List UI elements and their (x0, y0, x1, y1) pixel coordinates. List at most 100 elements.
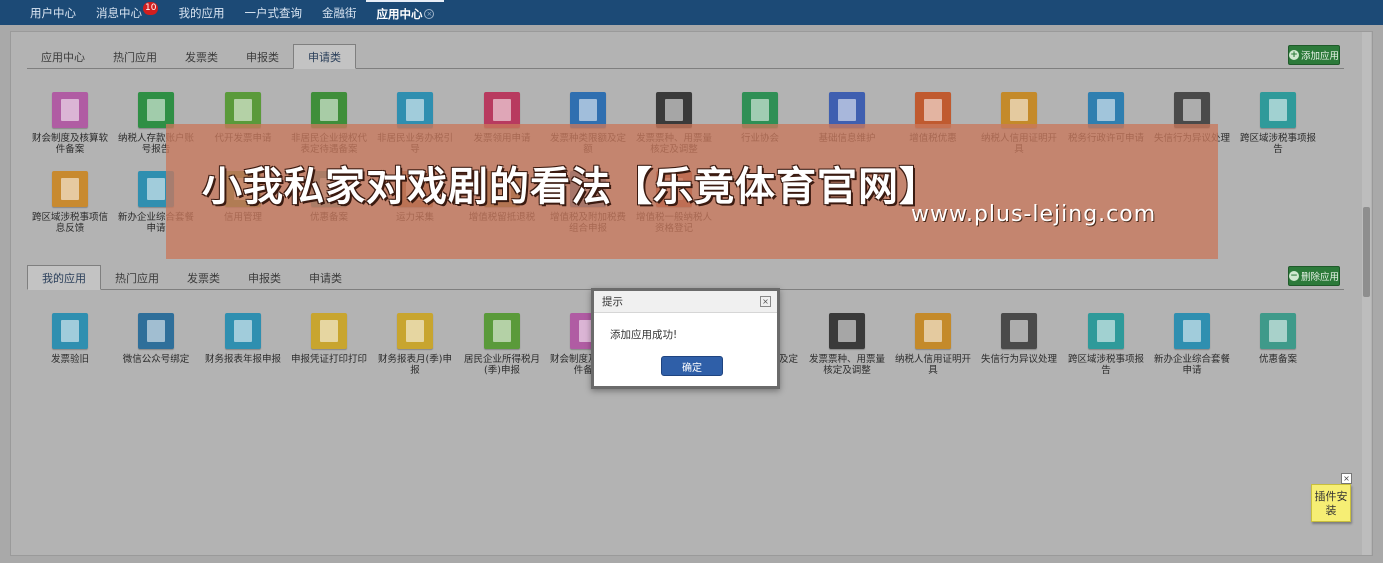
top-tab[interactable]: 申请类 (293, 44, 356, 69)
dialog-title: 提示 (602, 296, 623, 308)
app-icon (1001, 92, 1037, 128)
app-label: 居民企业所得税月(季)申报 (463, 354, 540, 376)
app-icon (52, 313, 88, 349)
app-icon (311, 313, 347, 349)
app-icon (656, 92, 692, 128)
plus-icon: + (1289, 50, 1299, 60)
nav-label: 应用中心 (376, 6, 423, 21)
app-icon (311, 92, 347, 128)
app-label: 发票验旧 (50, 354, 89, 365)
bottom-tab[interactable]: 发票类 (173, 267, 234, 289)
top-nav: 用户中心 消息中心 10 我的应用 一户式查询 金融街 应用中心 × (0, 0, 1383, 25)
plugin-close-icon[interactable]: × (1341, 473, 1352, 484)
app-label: 跨区域涉税事项报告 (1067, 354, 1144, 376)
app-tile[interactable]: 财会制度及核算软件备案 (30, 92, 110, 155)
delete-app-button[interactable]: − 删除应用 (1288, 266, 1340, 286)
app-category-tabs: 应用中心 热门应用 发票类 申报类 申请类 (27, 44, 1344, 69)
app-icon (915, 92, 951, 128)
add-app-label: 添加应用 (1300, 51, 1339, 62)
watermark-banner: 小我私家对戏剧的看法【乐竟体育官网】 www.plus-lejing.com (166, 124, 1218, 259)
nav-account-query[interactable]: 一户式查询 (234, 0, 312, 25)
app-label: 申报凭证打印打印 (290, 354, 367, 365)
app-icon (397, 92, 433, 128)
minus-icon: − (1289, 271, 1299, 281)
app-icon (742, 92, 778, 128)
app-icon (225, 313, 261, 349)
app-icon (1260, 92, 1296, 128)
app-tile[interactable]: 发票验旧 (30, 313, 110, 365)
app-icon (138, 92, 174, 128)
top-tab[interactable]: 发票类 (171, 46, 232, 68)
nav-my-apps[interactable]: 我的应用 (168, 0, 234, 25)
app-tile[interactable]: 纳税人信用证明开具 (893, 313, 973, 376)
app-tile[interactable]: 新办企业综合套餐申请 (1152, 313, 1232, 376)
app-icon (570, 92, 606, 128)
app-icon (1260, 313, 1296, 349)
app-tile[interactable]: 财务报表月(季)申报 (375, 313, 455, 376)
bottom-tab[interactable]: 申报类 (234, 267, 295, 289)
top-tab[interactable]: 应用中心 (27, 46, 99, 68)
app-icon (225, 92, 261, 128)
nav-label: 消息中心 (96, 5, 142, 20)
add-app-button[interactable]: + 添加应用 (1288, 45, 1340, 65)
scrollbar-thumb[interactable] (1363, 207, 1370, 297)
bottom-tab[interactable]: 热门应用 (101, 267, 173, 289)
app-label: 失信行为异议处理 (980, 354, 1057, 365)
dialog-message: 添加应用成功! (610, 329, 678, 341)
app-tile[interactable]: 居民企业所得税月(季)申报 (462, 313, 542, 376)
notice-dialog: 提示 × 添加应用成功! 确定 (591, 288, 780, 389)
dialog-header: 提示 × (594, 291, 777, 313)
dialog-close-icon[interactable]: × (760, 296, 771, 307)
app-tile[interactable]: 跨区域涉税事项报告 (1066, 313, 1146, 376)
app-icon (484, 313, 520, 349)
nav-message-center[interactable]: 消息中心 10 (86, 0, 168, 25)
app-tile[interactable]: 申报凭证打印打印 (289, 313, 369, 365)
plugin-install-note[interactable]: 插件安装 (1311, 484, 1351, 522)
app-icon (52, 92, 88, 128)
bottom-tab[interactable]: 申请类 (295, 267, 356, 289)
app-label: 跨区域涉税事项信息反馈 (31, 212, 108, 234)
app-icon (52, 171, 88, 207)
nav-user-center[interactable]: 用户中心 (20, 0, 86, 25)
nav-app-center[interactable]: 应用中心 × (366, 0, 445, 25)
watermark-title: 小我私家对戏剧的看法【乐竟体育官网】 (202, 164, 940, 210)
app-tile[interactable]: 失信行为异议处理 (979, 313, 1059, 365)
my-app-tabs: 我的应用 热门应用 发票类 申报类 申请类 (27, 265, 1344, 290)
app-tile[interactable]: 跨区域涉税事项信息反馈 (30, 171, 110, 234)
app-tile[interactable]: 优惠备案 (1238, 313, 1318, 365)
nav-finance-street[interactable]: 金融街 (312, 0, 367, 25)
app-tile[interactable]: 跨区域涉税事项报告 (1238, 92, 1318, 155)
app-icon (1001, 313, 1037, 349)
app-tile[interactable]: 发票票种、用票量核定及调整 (807, 313, 887, 376)
app-icon (915, 313, 951, 349)
app-icon (1174, 92, 1210, 128)
app-tile[interactable]: 财务报表年报申报 (203, 313, 283, 365)
top-tab[interactable]: 申报类 (232, 46, 293, 68)
app-icon (1088, 313, 1124, 349)
nav-label: 我的应用 (178, 5, 225, 20)
close-tab-icon[interactable]: × (424, 8, 435, 19)
nav-label: 金融街 (321, 5, 357, 20)
vertical-scrollbar[interactable] (1362, 32, 1371, 555)
app-icon (397, 313, 433, 349)
watermark-url: www.plus-lejing.com (911, 202, 1157, 227)
app-label: 财务报表年报申报 (204, 354, 281, 365)
delete-app-label: 删除应用 (1300, 272, 1339, 283)
app-icon (1088, 92, 1124, 128)
app-icon (829, 92, 865, 128)
unread-badge: 10 (143, 2, 159, 15)
app-label: 优惠备案 (1258, 354, 1297, 365)
app-label: 跨区域涉税事项报告 (1239, 133, 1316, 155)
app-label: 纳税人信用证明开具 (894, 354, 971, 376)
app-icon (1174, 313, 1210, 349)
top-tab[interactable]: 热门应用 (99, 46, 171, 68)
bottom-tab[interactable]: 我的应用 (27, 265, 101, 290)
app-label: 财会制度及核算软件备案 (31, 133, 108, 155)
dialog-ok-button[interactable]: 确定 (661, 356, 723, 376)
app-label: 财务报表月(季)申报 (378, 354, 452, 376)
app-label: 发票票种、用票量核定及调整 (808, 354, 885, 376)
app-label: 微信公众号绑定 (122, 354, 190, 365)
app-icon (138, 313, 174, 349)
app-tile[interactable]: 微信公众号绑定 (116, 313, 196, 365)
nav-label: 一户式查询 (244, 5, 302, 20)
